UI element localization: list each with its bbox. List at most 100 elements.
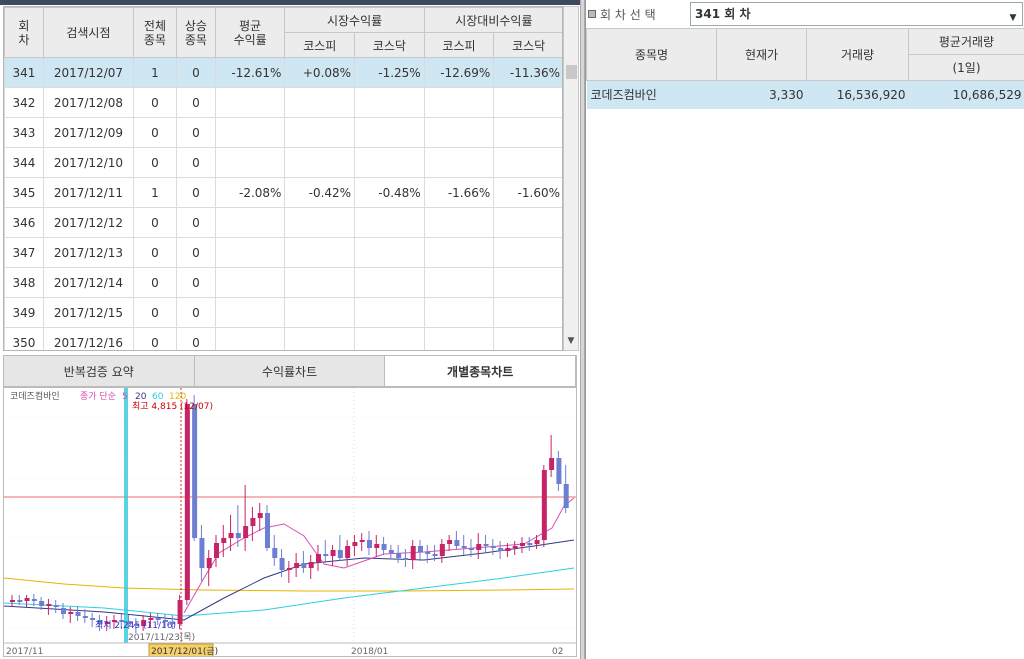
table-row[interactable]: 343 2017/12/09 0 0 bbox=[4, 117, 562, 148]
candle[interactable] bbox=[24, 598, 30, 601]
candlestick-chart[interactable]: 코데즈컴바인 종가 단순 5 20 60 120 최고 4,815 (12/07… bbox=[3, 387, 577, 657]
candle[interactable] bbox=[31, 599, 37, 601]
candle[interactable] bbox=[90, 618, 96, 620]
candle[interactable] bbox=[432, 554, 438, 556]
candle[interactable] bbox=[323, 554, 329, 556]
candle[interactable] bbox=[461, 546, 467, 548]
candle[interactable] bbox=[345, 546, 351, 558]
candle[interactable] bbox=[68, 612, 74, 614]
candle[interactable] bbox=[294, 563, 300, 568]
candle[interactable] bbox=[235, 533, 241, 538]
candle[interactable] bbox=[46, 604, 52, 606]
candle[interactable] bbox=[337, 550, 343, 558]
col-search-date[interactable]: 검색시점 bbox=[42, 7, 134, 58]
candle[interactable] bbox=[483, 544, 489, 546]
col-total[interactable]: 전체 종목 bbox=[132, 7, 177, 58]
candle[interactable] bbox=[272, 548, 278, 558]
round-select[interactable]: 341 회 차 ▼ bbox=[690, 2, 1023, 26]
candle[interactable] bbox=[82, 616, 88, 618]
candle[interactable] bbox=[301, 563, 307, 568]
candle[interactable] bbox=[490, 546, 496, 548]
candle[interactable] bbox=[366, 540, 372, 548]
col-avg-return[interactable]: 평균 수익률 bbox=[214, 7, 286, 58]
col-market-kospi[interactable]: 코스피 bbox=[284, 32, 356, 58]
candle[interactable] bbox=[53, 605, 59, 607]
col-relative-kosdaq[interactable]: 코스닥 bbox=[493, 32, 562, 58]
candle[interactable] bbox=[60, 608, 66, 614]
candle[interactable] bbox=[213, 543, 219, 558]
candle[interactable] bbox=[512, 546, 518, 548]
table-row[interactable]: 349 2017/12/15 0 0 bbox=[4, 297, 562, 328]
table-row[interactable]: 348 2017/12/14 0 0 bbox=[4, 267, 562, 298]
candle[interactable] bbox=[264, 513, 270, 548]
candle[interactable] bbox=[454, 540, 460, 546]
candle[interactable] bbox=[192, 404, 198, 538]
col-avg-volume[interactable]: 평균거래량 bbox=[908, 28, 1024, 55]
col-price[interactable]: 현재가 bbox=[716, 28, 807, 81]
candle[interactable] bbox=[308, 562, 314, 568]
scrollbar-thumb[interactable] bbox=[566, 65, 577, 79]
candle[interactable] bbox=[199, 538, 205, 568]
table-row[interactable]: 347 2017/12/13 0 0 bbox=[4, 237, 562, 268]
scroll-down-icon[interactable]: ▼ bbox=[564, 336, 578, 350]
tab-summary[interactable]: 반복검증 요약 bbox=[4, 356, 195, 386]
candle[interactable] bbox=[519, 543, 525, 546]
col-volume[interactable]: 거래량 bbox=[806, 28, 909, 81]
candle[interactable] bbox=[155, 618, 161, 620]
candle[interactable] bbox=[286, 568, 292, 570]
candle[interactable] bbox=[75, 612, 81, 616]
candle[interactable] bbox=[563, 484, 569, 508]
col-market-kosdaq[interactable]: 코스닥 bbox=[354, 32, 425, 58]
candle[interactable] bbox=[505, 548, 511, 551]
stock-row[interactable]: 코데즈컴바인 3,330 16,536,920 10,686,529 bbox=[586, 80, 1024, 109]
candle[interactable] bbox=[315, 554, 321, 562]
candle[interactable] bbox=[359, 540, 365, 542]
candle[interactable] bbox=[228, 533, 234, 538]
candle[interactable] bbox=[403, 558, 409, 560]
candle[interactable] bbox=[279, 558, 285, 570]
candle[interactable] bbox=[534, 540, 540, 544]
col-round[interactable]: 회 차 bbox=[4, 7, 44, 58]
chevron-down-icon[interactable]: ▼ bbox=[1006, 7, 1020, 23]
candle[interactable] bbox=[257, 513, 263, 518]
candle[interactable] bbox=[352, 542, 358, 546]
candle[interactable] bbox=[381, 544, 387, 550]
candle[interactable] bbox=[410, 546, 416, 560]
table-row[interactable]: 345 2017/12/11 1 0 -2.08% -0.42% -0.48% -1.66% -… bbox=[4, 177, 562, 208]
grid-scrollbar[interactable]: ▼ bbox=[563, 6, 579, 351]
table-row[interactable]: 344 2017/12/10 0 0 bbox=[4, 147, 562, 178]
candle[interactable] bbox=[396, 553, 402, 558]
candle[interactable] bbox=[425, 552, 431, 554]
candle[interactable] bbox=[476, 544, 482, 550]
table-row[interactable]: 346 2017/12/12 0 0 bbox=[4, 207, 562, 238]
candle[interactable] bbox=[527, 543, 533, 545]
col-stock-name[interactable]: 종목명 bbox=[586, 28, 717, 81]
candle[interactable] bbox=[250, 518, 256, 526]
candle[interactable] bbox=[439, 544, 445, 556]
candle[interactable] bbox=[417, 546, 423, 552]
candle[interactable] bbox=[549, 458, 555, 470]
candle[interactable] bbox=[148, 618, 154, 620]
candle[interactable] bbox=[330, 550, 336, 556]
tab-return-chart[interactable]: 수익률차트 bbox=[194, 356, 386, 386]
table-row[interactable]: 350 2017/12/16 0 0 bbox=[4, 327, 562, 350]
candle[interactable] bbox=[556, 458, 562, 484]
cursor-band[interactable] bbox=[124, 388, 128, 643]
candle[interactable] bbox=[447, 540, 453, 544]
candle[interactable] bbox=[10, 600, 15, 602]
candle[interactable] bbox=[541, 470, 547, 540]
candle[interactable] bbox=[206, 558, 212, 568]
candle[interactable] bbox=[184, 404, 190, 600]
candle[interactable] bbox=[221, 538, 227, 543]
col-up[interactable]: 상승 종목 bbox=[175, 7, 216, 58]
candle[interactable] bbox=[468, 548, 474, 550]
table-row[interactable]: 341 2017/12/07 1 0 -12.61% +0.08% -1.25% -12.69… bbox=[4, 57, 562, 88]
table-row[interactable]: 342 2017/12/08 0 0 bbox=[4, 87, 562, 118]
tab-stock-chart[interactable]: 개별종목차트 bbox=[385, 356, 577, 386]
candle[interactable] bbox=[177, 600, 183, 624]
candle[interactable] bbox=[243, 526, 249, 538]
candle[interactable] bbox=[498, 548, 504, 551]
col-relative-kospi[interactable]: 코스피 bbox=[423, 32, 495, 58]
candle[interactable] bbox=[374, 544, 380, 548]
candle[interactable] bbox=[39, 601, 45, 606]
